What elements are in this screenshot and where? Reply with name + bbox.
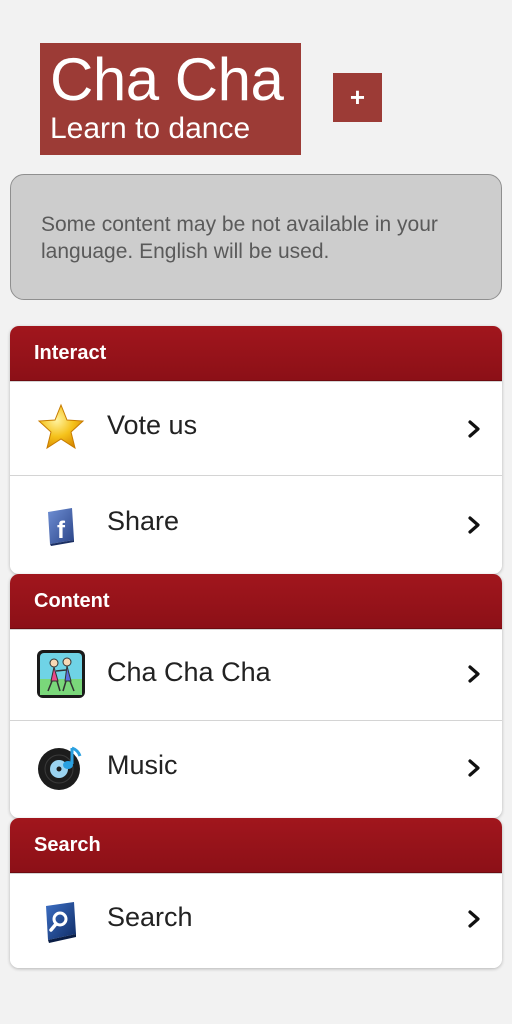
section-interact: Interact Vote us f Share: [10, 326, 502, 574]
list-item-vote-us[interactable]: Vote us: [10, 381, 502, 475]
star-icon: [37, 403, 85, 450]
logo-title: Cha Cha: [50, 46, 284, 113]
app-header: Cha Cha Learn to dance +: [0, 0, 512, 165]
list-item-music[interactable]: Music: [10, 720, 502, 818]
list-item-share[interactable]: f Share: [10, 475, 502, 573]
add-button[interactable]: +: [333, 73, 382, 122]
dancers-icon: [37, 650, 85, 698]
chevron-right-icon: [468, 910, 480, 928]
vote-us-label: Vote us: [107, 410, 198, 440]
section-header-interact: Interact: [10, 326, 502, 381]
chevron-right-icon: [468, 759, 480, 777]
search-icon: [46, 902, 76, 943]
section-header-content: Content: [10, 574, 502, 629]
language-notice: Some content may be not available in you…: [10, 174, 502, 300]
list-item-cha-cha-cha[interactable]: Cha Cha Cha: [10, 629, 502, 720]
svg-text:f: f: [57, 517, 66, 544]
notice-text: Some content may be not available in you…: [41, 213, 438, 263]
list-item-search[interactable]: Search: [10, 873, 502, 968]
music-disc-icon: [38, 746, 82, 790]
facebook-icon: f: [48, 508, 74, 546]
search-label: Search: [107, 902, 193, 932]
logo-subtitle: Learn to dance: [50, 112, 251, 145]
share-label: Share: [107, 506, 180, 536]
chevron-right-icon: [468, 420, 480, 438]
music-label: Music: [107, 750, 178, 780]
app-logo: Cha Cha Learn to dance: [40, 43, 301, 155]
section-search: Search Search: [10, 818, 502, 968]
chevron-right-icon: [468, 516, 480, 534]
chevron-right-icon: [468, 665, 480, 683]
section-header-search: Search: [10, 818, 502, 873]
section-content: Content Cha Cha Cha Music: [10, 574, 502, 818]
cha-cha-cha-label: Cha Cha Cha: [107, 657, 271, 687]
